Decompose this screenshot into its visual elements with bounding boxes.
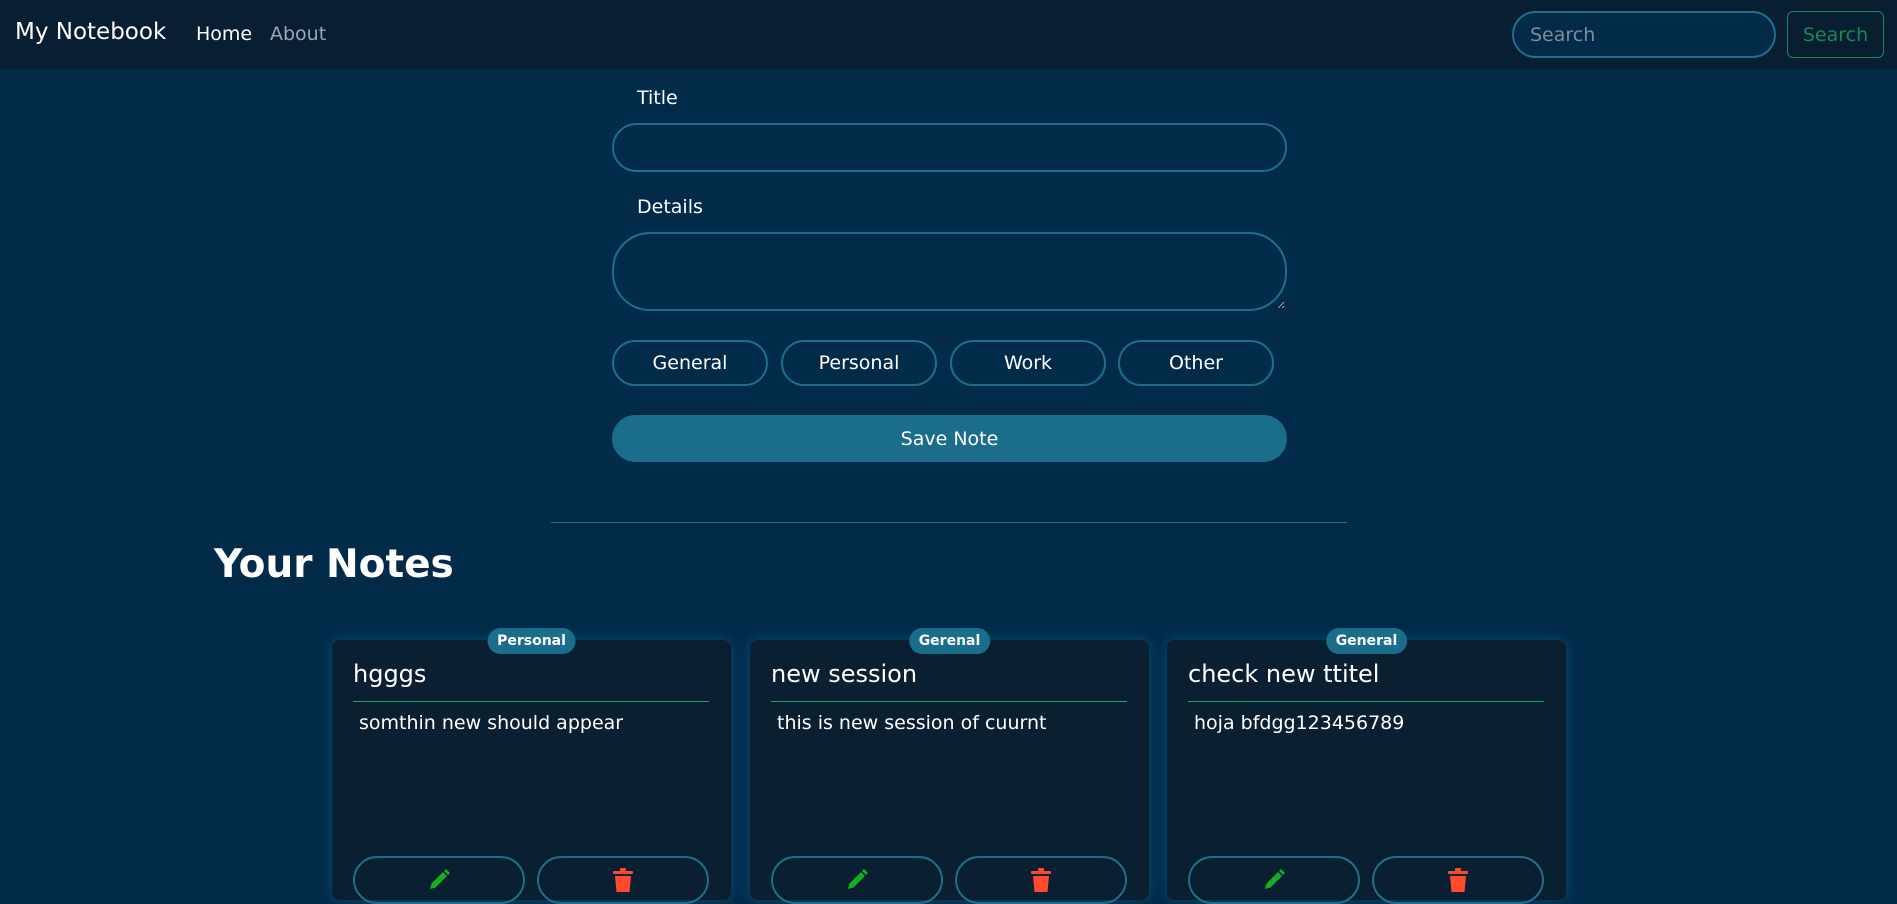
brand-link[interactable]: My Notebook <box>15 19 166 45</box>
edit-note-button[interactable] <box>771 856 943 904</box>
note-text: this is new session of cuurnt <box>777 712 1047 734</box>
delete-note-button[interactable] <box>537 856 709 904</box>
trash-icon <box>1448 868 1468 892</box>
note-tag-badge: General <box>1325 628 1408 654</box>
title-label: Title <box>637 87 678 109</box>
category-general-button[interactable]: General <box>612 340 768 386</box>
note-title-divider <box>1188 701 1544 702</box>
note-title: hgggs <box>353 660 427 688</box>
edit-note-button[interactable] <box>353 856 525 904</box>
category-personal-button[interactable]: Personal <box>781 340 937 386</box>
section-divider <box>551 522 1347 523</box>
note-text: hoja bfdgg123456789 <box>1194 712 1405 734</box>
note-title-divider <box>353 701 709 702</box>
delete-note-button[interactable] <box>955 856 1127 904</box>
delete-note-button[interactable] <box>1372 856 1544 904</box>
navbar: My Notebook Home About Search <box>0 0 1897 69</box>
note-title: new session <box>771 660 918 688</box>
note-tag-badge: Personal <box>487 628 576 654</box>
nav-link-home[interactable]: Home <box>196 23 252 45</box>
your-notes-heading: Your Notes <box>214 542 454 587</box>
pencil-icon <box>848 869 868 889</box>
details-label: Details <box>637 196 703 218</box>
note-card: Gerenal new session this is new session … <box>750 628 1149 904</box>
trash-icon <box>613 868 633 892</box>
category-other-button[interactable]: Other <box>1118 340 1274 386</box>
note-card: Personal hgggs somthin new should appear <box>332 628 731 904</box>
note-card: General check new ttitel hoja bfdgg12345… <box>1167 628 1566 904</box>
pencil-icon <box>430 869 450 889</box>
details-textarea[interactable] <box>612 232 1287 311</box>
save-note-button[interactable]: Save Note <box>612 415 1287 462</box>
nav-link-about[interactable]: About <box>270 23 326 45</box>
trash-icon <box>1031 868 1051 892</box>
note-tag-badge: Gerenal <box>908 628 991 654</box>
search-button[interactable]: Search <box>1787 11 1884 58</box>
pencil-icon <box>1265 869 1285 889</box>
note-title-divider <box>771 701 1127 702</box>
edit-note-button[interactable] <box>1188 856 1360 904</box>
note-text: somthin new should appear <box>359 712 624 734</box>
title-input[interactable] <box>612 123 1287 172</box>
search-input[interactable] <box>1512 11 1776 58</box>
category-work-button[interactable]: Work <box>950 340 1106 386</box>
note-title: check new ttitel <box>1188 660 1380 688</box>
